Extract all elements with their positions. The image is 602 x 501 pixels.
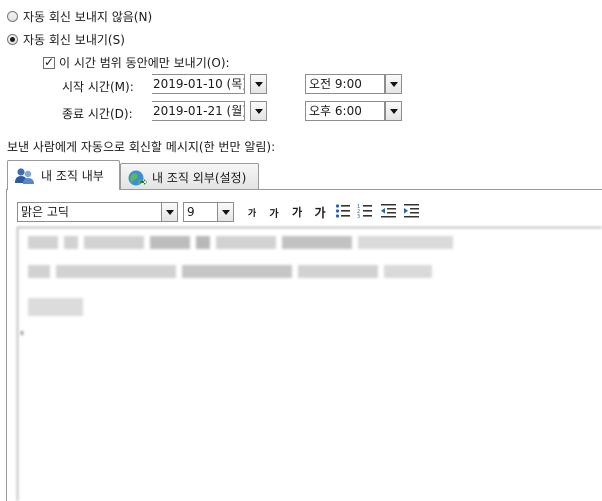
font-size-dropdown[interactable] <box>217 202 234 222</box>
redacted-text <box>196 236 210 249</box>
increase-indent-icon[interactable] <box>403 203 420 219</box>
redacted-text <box>28 236 58 249</box>
tab-inside-organization[interactable]: 내 조직 내부 <box>7 160 120 190</box>
font-size-field[interactable]: 9 <box>183 202 218 222</box>
redacted-text <box>282 236 352 249</box>
radio-label: 자동 회신 보내지 않음(N) <box>23 10 153 24</box>
chevron-down-icon <box>389 81 398 87</box>
checkbox-label: 이 시간 범위 동안에만 보내기(O): <box>59 56 230 70</box>
font-name-dropdown[interactable] <box>161 202 178 222</box>
font-color-button[interactable]: 가 <box>311 204 329 220</box>
svg-text:3: 3 <box>357 214 360 219</box>
redacted-text <box>182 265 292 278</box>
start-date-field[interactable]: 2019-01-10 (목) <box>152 74 245 94</box>
chevron-down-icon <box>389 108 398 114</box>
message-label: 보낸 사람에게 자동으로 회신할 메시지(한 번만 알림): <box>7 140 276 154</box>
radio-label: 자동 회신 보내기(S) <box>23 33 125 47</box>
chevron-down-icon <box>254 108 263 114</box>
checkbox-time-range[interactable]: 이 시간 범위 동안에만 보내기(O): <box>43 54 230 71</box>
message-textarea[interactable] <box>17 227 602 501</box>
end-time-label: 종료 시간(D): <box>62 107 133 121</box>
people-icon <box>15 167 34 184</box>
tab-label: 내 조직 내부 <box>41 169 104 183</box>
redacted-text <box>28 298 83 316</box>
globe-icon <box>128 170 147 185</box>
redacted-text <box>216 236 276 249</box>
chevron-down-icon <box>221 209 230 215</box>
decrease-font-size-button[interactable]: 가 <box>244 204 260 220</box>
decrease-indent-icon[interactable] <box>380 203 397 219</box>
font-name-field[interactable]: 맑은 고딕 <box>17 202 162 222</box>
start-time-label: 시작 시간(M): <box>62 80 134 94</box>
end-time-field[interactable]: 오후 6:00 <box>305 101 385 121</box>
redacted-text <box>64 236 78 249</box>
bullet-list-icon[interactable] <box>335 203 351 219</box>
redacted-text <box>358 236 453 249</box>
redacted-text <box>384 265 432 278</box>
start-time-field[interactable]: 오전 9:00 <box>305 74 385 94</box>
radio-button[interactable] <box>7 34 18 45</box>
end-date-field[interactable]: 2019-01-21 (월) <box>152 101 245 121</box>
tab-outside-organization[interactable]: 내 조직 외부(설정) <box>120 163 259 191</box>
end-date-dropdown[interactable] <box>250 101 267 121</box>
chevron-down-icon <box>254 81 263 87</box>
chevron-down-icon <box>165 209 174 215</box>
bold-button[interactable]: 가 <box>288 204 306 220</box>
increase-font-size-button[interactable]: 가 <box>266 204 282 220</box>
numbered-list-icon[interactable]: 1 2 3 <box>357 203 373 219</box>
redacted-text <box>298 265 378 278</box>
start-time-dropdown[interactable] <box>385 74 402 94</box>
end-time-dropdown[interactable] <box>385 101 402 121</box>
start-date-dropdown[interactable] <box>250 74 267 94</box>
checkbox-box[interactable] <box>43 55 55 69</box>
radio-no-auto-reply[interactable]: 자동 회신 보내지 않음(N) <box>7 8 152 25</box>
tab-label: 내 조직 외부(설정) <box>152 171 247 185</box>
text-cursor <box>21 331 23 335</box>
radio-send-auto-reply[interactable]: 자동 회신 보내기(S) <box>7 31 125 48</box>
redacted-text <box>56 265 176 278</box>
redacted-text <box>150 236 190 249</box>
radio-button[interactable] <box>7 11 18 22</box>
font-color-glyph: 가 <box>314 206 326 220</box>
redacted-text <box>84 236 144 249</box>
redacted-text <box>28 265 50 278</box>
